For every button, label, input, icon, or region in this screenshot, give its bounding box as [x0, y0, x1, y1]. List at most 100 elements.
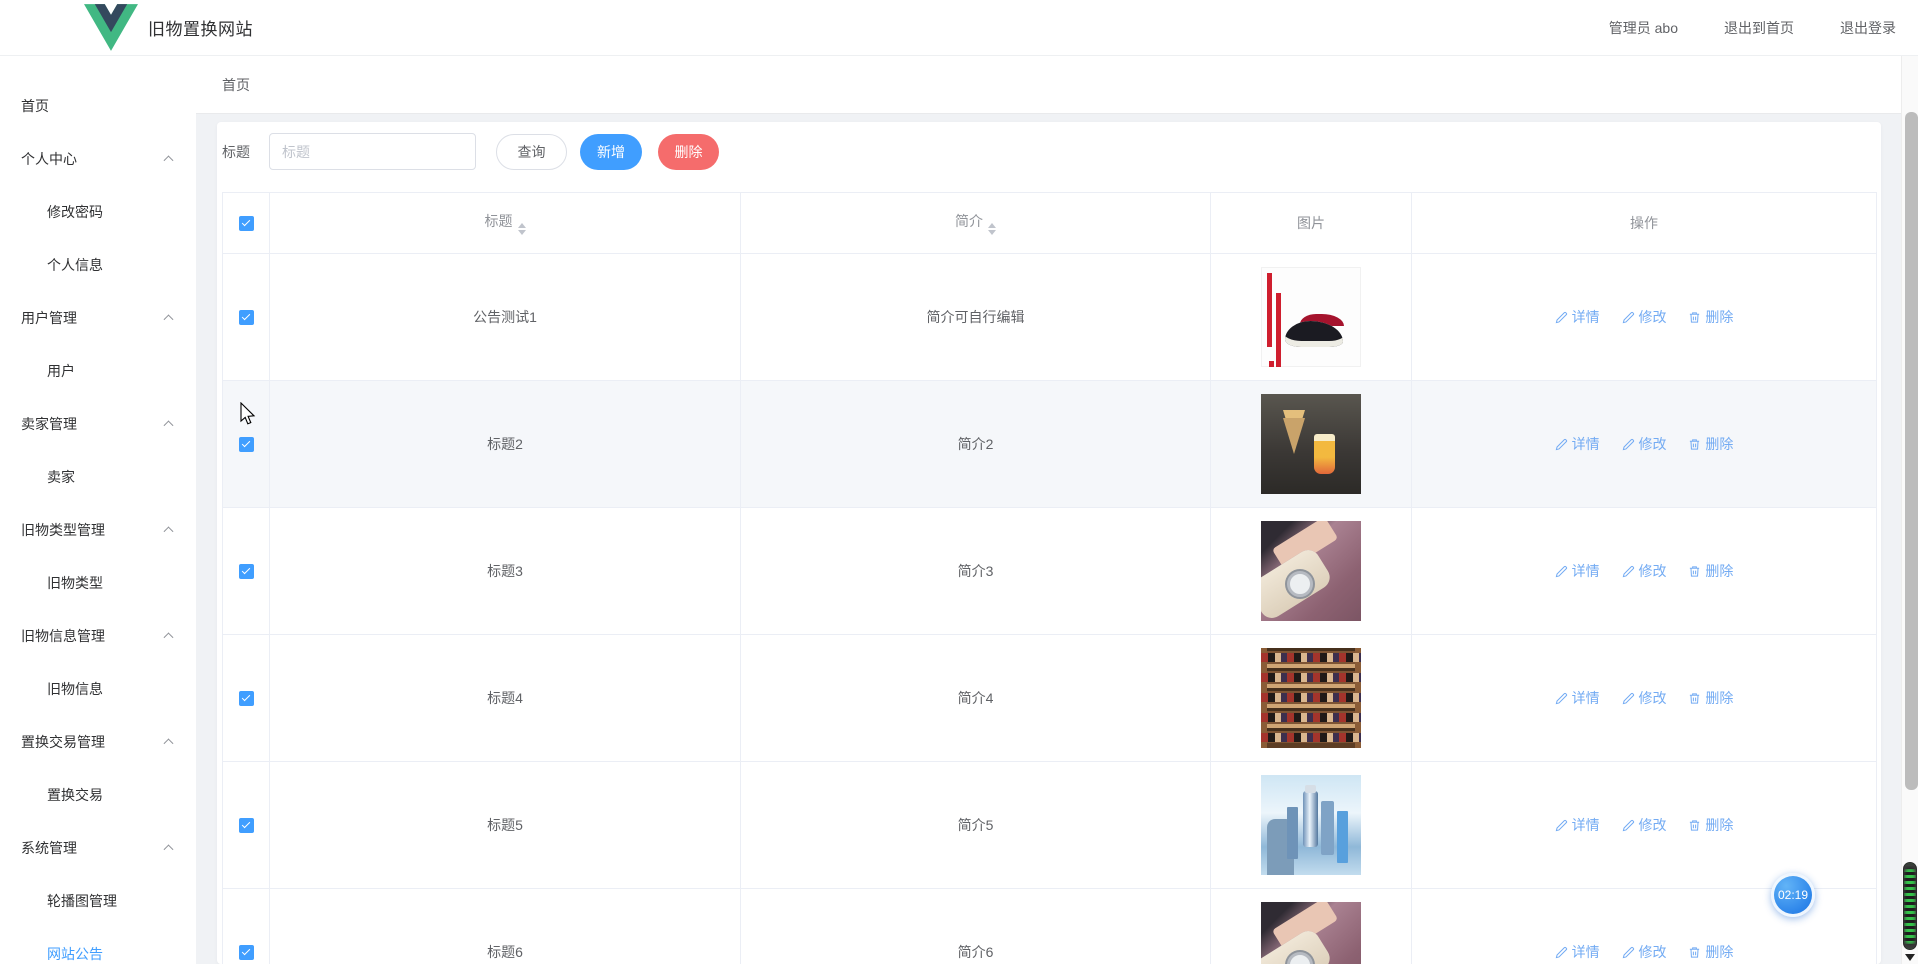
- scrollbar-thumb[interactable]: [1905, 112, 1918, 790]
- sidebar-item-label: 旧物类型管理: [21, 521, 105, 538]
- row-image-cell: [1210, 253, 1412, 381]
- chevron-up-icon: [163, 154, 174, 165]
- row-intro: 简介4: [740, 634, 1211, 762]
- sidebar-item-seller-management[interactable]: 卖家管理: [0, 397, 196, 450]
- edit-link[interactable]: 修改: [1622, 434, 1667, 454]
- remove-link[interactable]: 删除: [1688, 561, 1733, 581]
- edit-link[interactable]: 修改: [1622, 688, 1667, 708]
- sidebar-item-oldgoods-type[interactable]: 旧物类型: [0, 556, 196, 609]
- recording-timer-badge[interactable]: 02:19: [1771, 873, 1815, 917]
- column-header-intro[interactable]: 简介: [740, 192, 1211, 254]
- sidebar-item-exchange-management[interactable]: 置换交易管理: [0, 715, 196, 768]
- add-button[interactable]: 新增: [580, 133, 642, 170]
- table-header-row: 标题 简介 图片 操作: [222, 192, 1877, 254]
- detail-link[interactable]: 详情: [1555, 688, 1600, 708]
- row-title: 标题2: [269, 380, 741, 508]
- remove-link[interactable]: 删除: [1688, 815, 1733, 835]
- sidebar-item-carousel-management[interactable]: 轮播图管理: [0, 874, 196, 927]
- sidebar-item-label: 旧物信息: [47, 680, 103, 697]
- row-title: 标题6: [269, 888, 741, 964]
- row-checkbox[interactable]: [238, 818, 254, 834]
- breadcrumb[interactable]: 首页: [222, 75, 250, 95]
- row-checkbox[interactable]: [238, 437, 254, 453]
- row-image[interactable]: [1261, 902, 1361, 964]
- admin-user-label[interactable]: 管理员 abo: [1609, 18, 1678, 38]
- trash-icon: [1690, 692, 1700, 704]
- edit-link[interactable]: 修改: [1622, 942, 1667, 962]
- row-intro: 简介5: [740, 761, 1211, 889]
- pencil-icon: [1622, 311, 1634, 323]
- pencil-icon: [1555, 565, 1567, 577]
- sidebar-item-site-announcement[interactable]: 网站公告: [0, 927, 196, 964]
- exit-to-home-link[interactable]: 退出到首页: [1724, 18, 1794, 38]
- row-checkbox[interactable]: [238, 945, 254, 961]
- sidebar-item-user[interactable]: 用户: [0, 344, 196, 397]
- sidebar-item-change-password[interactable]: 修改密码: [0, 185, 196, 238]
- logout-link[interactable]: 退出登录: [1840, 18, 1896, 38]
- detail-link[interactable]: 详情: [1555, 561, 1600, 581]
- remove-link[interactable]: 删除: [1688, 942, 1733, 962]
- main-content: 首页 标题 查询 新增 删除 标题 简介: [196, 56, 1901, 964]
- row-image[interactable]: [1261, 394, 1361, 494]
- sidebar-item-label: 卖家: [47, 468, 75, 485]
- remove-link[interactable]: 删除: [1688, 688, 1733, 708]
- row-image[interactable]: [1261, 775, 1361, 875]
- detail-link[interactable]: 详情: [1555, 307, 1600, 327]
- row-checkbox-cell: [222, 507, 270, 635]
- scroll-down-arrow-icon: [1905, 954, 1915, 961]
- chevron-up-icon: [163, 313, 174, 324]
- sidebar-item-label: 置换交易管理: [21, 733, 105, 750]
- row-checkbox[interactable]: [238, 310, 254, 326]
- row-checkbox[interactable]: [238, 564, 254, 580]
- pencil-icon: [1622, 692, 1634, 704]
- sort-carets-icon[interactable]: [988, 223, 996, 235]
- search-button[interactable]: 查询: [496, 133, 567, 170]
- chevron-up-icon: [163, 843, 174, 854]
- row-image[interactable]: [1261, 648, 1361, 748]
- scroll-capture-handle[interactable]: [1903, 862, 1917, 950]
- filter-label: 标题: [222, 143, 250, 160]
- sidebar-item-seller[interactable]: 卖家: [0, 450, 196, 503]
- sidebar-item-label: 系统管理: [21, 839, 77, 856]
- sidebar-item-personal-center[interactable]: 个人中心: [0, 132, 196, 185]
- sidebar-item-exchange[interactable]: 置换交易: [0, 768, 196, 821]
- chevron-up-icon: [163, 631, 174, 642]
- edit-link[interactable]: 修改: [1622, 561, 1667, 581]
- remove-link[interactable]: 删除: [1688, 434, 1733, 454]
- detail-link[interactable]: 详情: [1555, 434, 1600, 454]
- detail-link[interactable]: 详情: [1555, 815, 1600, 835]
- table-row: 标题6 简介6 详情 修改 删除: [222, 888, 1877, 964]
- title-filter-input[interactable]: [269, 133, 476, 170]
- delete-button[interactable]: 删除: [658, 133, 719, 170]
- edit-link[interactable]: 修改: [1622, 815, 1667, 835]
- sidebar-item-oldgoods-info-management[interactable]: 旧物信息管理: [0, 609, 196, 662]
- page-scrollbar[interactable]: [1901, 56, 1918, 964]
- row-title: 标题4: [269, 634, 741, 762]
- pencil-icon: [1555, 311, 1567, 323]
- row-checkbox[interactable]: [238, 691, 254, 707]
- row-checkbox-cell: [222, 888, 270, 964]
- sidebar-item-oldgoods-type-management[interactable]: 旧物类型管理: [0, 503, 196, 556]
- row-checkbox-cell: [222, 761, 270, 889]
- sidebar-item-user-management[interactable]: 用户管理: [0, 291, 196, 344]
- trash-icon: [1690, 819, 1700, 831]
- row-checkbox-cell: [222, 634, 270, 762]
- select-all-checkbox[interactable]: [238, 216, 254, 232]
- sidebar-item-home[interactable]: 首页: [0, 79, 196, 132]
- detail-link[interactable]: 详情: [1555, 942, 1600, 962]
- sort-carets-icon[interactable]: [517, 223, 526, 235]
- row-image-cell: [1210, 380, 1412, 508]
- edit-link[interactable]: 修改: [1622, 307, 1667, 327]
- row-image[interactable]: [1261, 521, 1361, 621]
- select-all-cell: [222, 192, 270, 254]
- sidebar-item-label: 网站公告: [47, 945, 103, 962]
- table-row: 标题4 简介4 详情 修改 删除: [222, 634, 1877, 762]
- sidebar-item-system-management[interactable]: 系统管理: [0, 821, 196, 874]
- column-header-title[interactable]: 标题: [269, 192, 741, 254]
- sidebar-item-personal-info[interactable]: 个人信息: [0, 238, 196, 291]
- row-image[interactable]: [1261, 267, 1361, 367]
- remove-link[interactable]: 删除: [1688, 307, 1733, 327]
- sidebar-item-oldgoods-info[interactable]: 旧物信息: [0, 662, 196, 715]
- pencil-icon: [1622, 438, 1634, 450]
- sidebar-item-label: 卖家管理: [21, 415, 77, 432]
